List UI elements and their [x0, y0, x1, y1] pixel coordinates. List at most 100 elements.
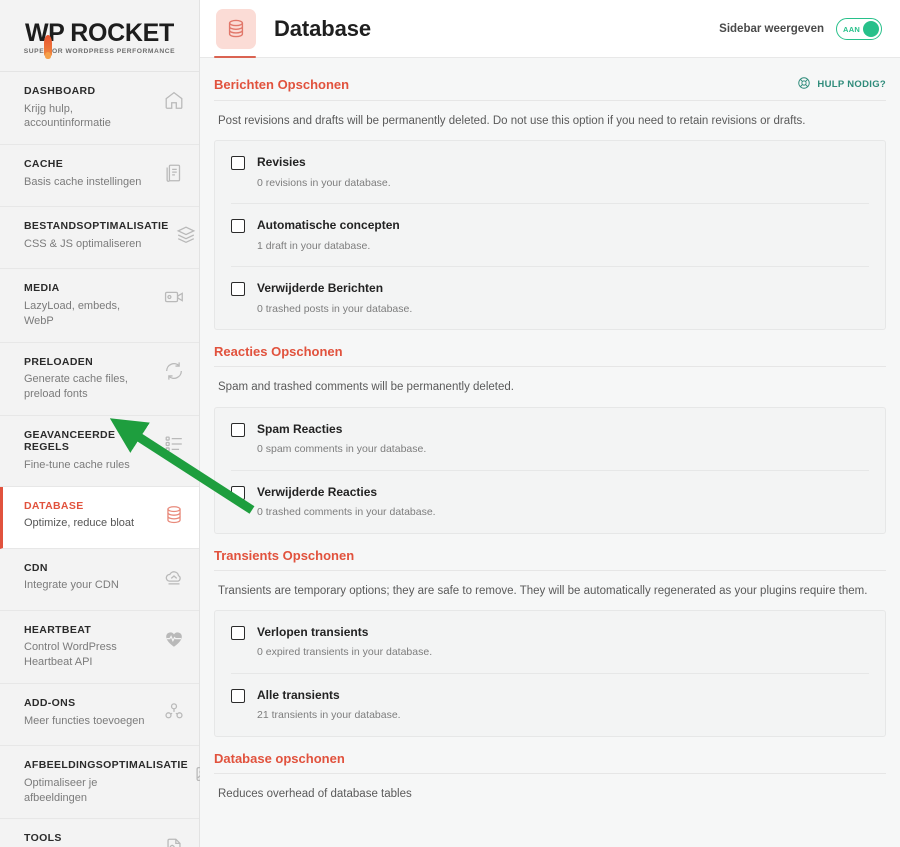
sidebar-item-subtitle: Fine-tune cache rules	[24, 459, 130, 472]
brand-rocket-text: ROCKET	[70, 18, 175, 47]
option-text: Verwijderde Reacties 0 trashed comments i…	[257, 485, 436, 520]
toggle-knob	[863, 21, 879, 37]
option-text: Revisies 0 revisions in your database.	[257, 155, 391, 190]
option-text: Verwijderde Berichten 0 trashed posts in …	[257, 281, 412, 316]
section-header: Berichten Opschonen HULP NODIG?	[214, 76, 886, 101]
document-icon	[163, 162, 185, 184]
section-title: Transients Opschonen	[214, 547, 355, 563]
settings-sections: Berichten Opschonen HULP NODIG? Post revis…	[200, 58, 900, 847]
list-rules-icon	[163, 433, 185, 455]
sidebar-item-label: BESTANDSOPTIMALISATIE	[24, 220, 169, 233]
sidebar-item-dashboard[interactable]: DASHBOARD Krijg hulp, accountinformatie	[0, 72, 199, 146]
database-icon	[163, 504, 185, 526]
sidebar-item-tools[interactable]: TOOLSImporteren, exporteren, terugzetten	[0, 819, 199, 847]
option-row[interactable]: Spam Reacties 0 spam comments in your dat…	[231, 408, 869, 471]
section-reacties-opschonen: Reacties Opschonen Spam and trashed comme…	[214, 344, 886, 534]
option-note: 0 trashed posts in your database.	[257, 302, 413, 315]
checkbox-revisies[interactable]	[231, 156, 245, 171]
sidebar-item-cache[interactable]: CACHE Basis cache instellingen	[0, 145, 199, 208]
sidebar-item-text: TOOLSImporteren, exporteren, terugzetten	[24, 832, 156, 847]
section-transients-opschonen: Transients Opschonen Transients are tempo…	[214, 548, 886, 737]
sidebar-item-label: GEAVANCEERDE REGELS	[24, 428, 116, 454]
sidebar-item-subtitle: LazyLoad, embeds, WebP	[24, 299, 121, 327]
database-icon	[216, 9, 256, 49]
sidebar-item-text: PRELOADEN Generate cache files, preload f…	[24, 356, 156, 402]
sidebar-item-label: CDN	[24, 561, 48, 574]
option-row[interactable]: Alle transients 21 transients in your dat…	[231, 674, 869, 736]
sidebar-item-subtitle: Optimize, reduce bloat	[24, 517, 135, 530]
option-label: Alle transients	[257, 687, 340, 702]
section-description: Reduces overhead of database tables	[218, 787, 412, 800]
sidebar-item-database[interactable]: DATABASE Optimize, reduce bloat	[0, 486, 199, 549]
sidebar-item-label: MEDIA	[24, 282, 60, 295]
help-link-label: HULP NODIG?	[817, 79, 886, 90]
sidebar: WP ROCKET Superior WordPress Performance…	[0, 0, 214, 847]
sidebar-item-label: ADD-ONS	[24, 697, 76, 710]
section-description: Transients are temporary options; they a…	[218, 584, 868, 597]
option-row[interactable]: Verwijderde Berichten 0 trashed posts in …	[231, 267, 869, 329]
sidebar-item-afbeeldingsoptimalisatie[interactable]: AFBEELDINGSOPTIMALISATIE Optimaliseer je …	[0, 746, 214, 820]
option-label: Revisies	[257, 155, 306, 170]
sidebar-item-text: DASHBOARD Krijg hulp, accountinformatie	[24, 85, 156, 131]
checkbox-alle-transients[interactable]	[231, 688, 245, 703]
header-divider	[200, 57, 900, 58]
checkbox-verlopen-transients[interactable]	[231, 625, 245, 640]
section-title: Berichten Opschonen	[214, 77, 350, 92]
cloud-icon	[163, 566, 185, 588]
sidebar-item-cdn[interactable]: CDN Integrate your CDN	[0, 549, 199, 611]
sidebar-item-label: CACHE	[24, 158, 64, 171]
option-row[interactable]: Automatische concepten 1 draft in your da…	[231, 204, 869, 268]
section-title: Database opschonen	[214, 750, 345, 766]
section-title: Reacties Opschonen	[214, 344, 343, 360]
rocket-flame-icon	[43, 34, 52, 59]
sidebar-item-heartbeat[interactable]: HEARTBEAT Control WordPress Heartbeat API	[0, 611, 199, 685]
sidebar-item-geavanceerde-regels[interactable]: GEAVANCEERDE REGELS Fine-tune cache rules	[0, 416, 199, 487]
option-row[interactable]: Verwijderde Reacties 0 trashed comments i…	[231, 471, 869, 533]
option-row[interactable]: Verlopen transients 0 expired transients …	[231, 611, 869, 674]
active-tab-indicator	[214, 56, 256, 58]
sidebar-item-subtitle: Control WordPress Heartbeat API	[24, 641, 117, 669]
sidebar-item-text: DATABASE Optimize, reduce bloat	[24, 500, 140, 531]
sidebar-item-text: AFBEELDINGSOPTIMALISATIE Optimaliseer je …	[24, 759, 194, 805]
option-text: Verlopen transients 0 expired transients …	[257, 625, 432, 660]
checkbox-automatische-concepten[interactable]	[231, 219, 245, 234]
sidebar-item-media[interactable]: MEDIA LazyLoad, embeds, WebP	[0, 269, 199, 343]
help-link[interactable]: HULP NODIG?	[797, 76, 886, 93]
sidebar-item-subtitle: Integrate your CDN	[24, 579, 119, 592]
option-note: 1 draft in your database.	[257, 239, 371, 252]
media-icon	[163, 286, 185, 308]
home-icon	[163, 89, 185, 111]
sidebar-toggle-label: Sidebar weergeven	[719, 23, 824, 35]
section-header: Database opschonen	[214, 751, 886, 774]
sidebar-item-label: DASHBOARD	[24, 85, 96, 97]
sidebar-item-text: MEDIA LazyLoad, embeds, WebP	[24, 282, 156, 328]
puzzle-icon	[163, 701, 185, 723]
sidebar-visibility-toggle[interactable]: AAN	[836, 18, 882, 40]
sidebar-item-subtitle: Krijg hulp, accountinformatie	[24, 102, 111, 130]
wp-rocket-settings-page: WP ROCKET Superior WordPress Performance…	[0, 0, 900, 847]
header-actions: Sidebar weergeven AAN	[719, 18, 882, 40]
heart-pulse-icon	[163, 628, 185, 650]
option-note: 0 expired transients in your database.	[257, 646, 433, 659]
toggle-state-text: AAN	[843, 24, 861, 34]
sidebar-item-subtitle: Meer functies toevoegen	[24, 714, 145, 727]
sidebar-item-text: CDN Integrate your CDN	[24, 562, 125, 593]
sidebar-item-bestandsoptimalisatie[interactable]: BESTANDSOPTIMALISATIE CSS & JS optimalise…	[0, 207, 199, 270]
brand-logo[interactable]: WP ROCKET Superior WordPress Performance	[0, 0, 199, 72]
checkbox-spam-reacties[interactable]	[231, 422, 245, 437]
checkbox-verwijderde-berichten[interactable]	[231, 282, 245, 297]
option-note: 0 revisions in your database.	[257, 176, 391, 189]
section-header: Transients Opschonen	[214, 548, 886, 571]
layers-icon	[175, 224, 197, 246]
lifebuoy-icon	[797, 76, 811, 93]
sidebar-item-text: GEAVANCEERDE REGELS Fine-tune cache rules	[24, 429, 163, 473]
sidebar-item-add-ons[interactable]: ADD-ONS Meer functies toevoegen	[0, 684, 199, 747]
option-row[interactable]: Revisies 0 revisions in your database.	[231, 141, 869, 205]
sidebar-item-label: AFBEELDINGSOPTIMALISATIE	[24, 759, 188, 772]
sidebar-item-preloaden[interactable]: PRELOADEN Generate cache files, preload f…	[0, 343, 199, 416]
options-card: Revisies 0 revisions in your database. Aut…	[214, 140, 886, 331]
sidebar-item-subtitle: CSS & JS optimaliseren	[24, 237, 142, 250]
checkbox-verwijderde-reacties[interactable]	[231, 485, 245, 500]
section-header: Reacties Opschonen	[214, 344, 886, 368]
sidebar-item-subtitle: Generate cache files, preload fonts	[24, 373, 128, 400]
